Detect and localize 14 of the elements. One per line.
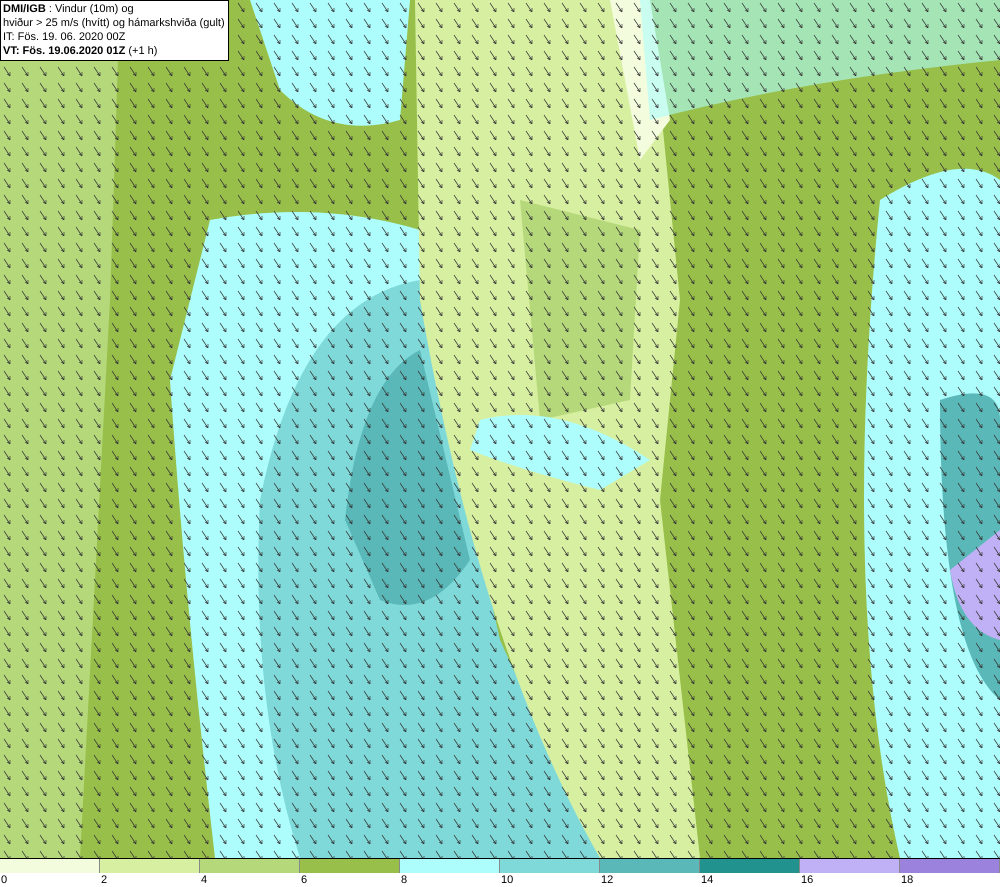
info-text: hviður > 25 m/s (hvítt) og hámarkshviða (gult) — [3, 16, 225, 30]
legend-label: 16 — [800, 873, 814, 887]
legend-label: 4 — [200, 873, 208, 887]
legend-label: 18 — [900, 873, 914, 887]
legend-label: 8 — [400, 873, 408, 887]
legend-label: 10 — [500, 873, 514, 887]
legend-label: 0 — [0, 873, 8, 887]
legend-label: 12 — [600, 873, 614, 887]
legend-label: 14 — [700, 873, 714, 887]
info-text: IT: Fös. 19. 06. 2020 00Z — [3, 30, 126, 44]
legend-label: 6 — [300, 873, 308, 887]
legend-label: 2 — [100, 873, 108, 887]
info-text: VT: Fös. 19.06.2020 01Z (+1 h) — [3, 44, 158, 58]
info-text: DMI/IGB : Vindur (10m) og — [3, 2, 135, 16]
